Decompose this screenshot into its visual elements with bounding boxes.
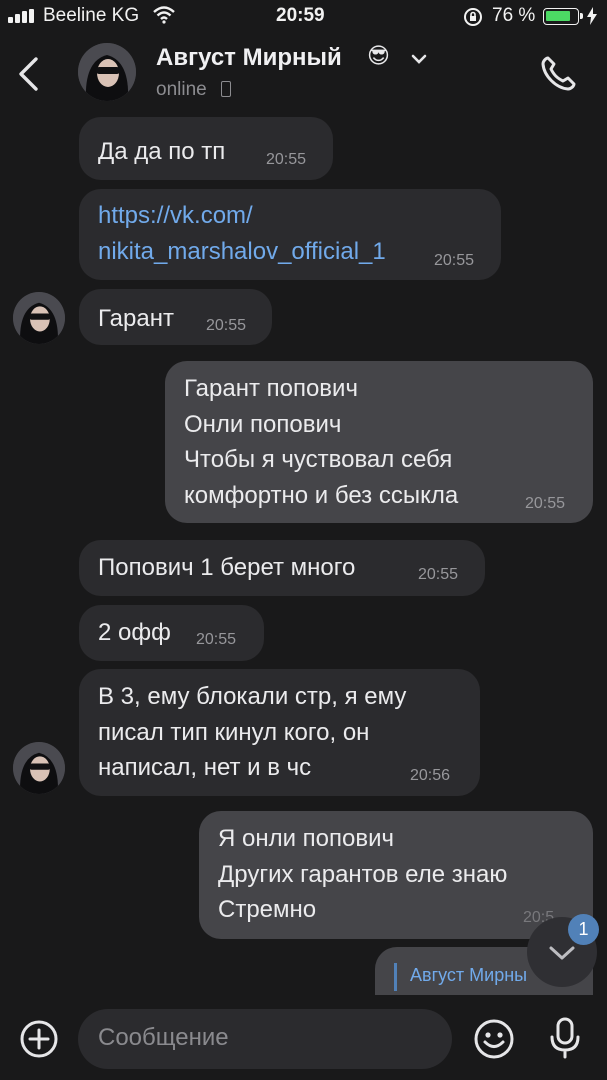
emoji-icon[interactable] — [473, 1018, 515, 1065]
message-time: 20:55 — [266, 151, 307, 168]
sunglasses-emoji: 😎 — [367, 43, 390, 68]
message-link[interactable]: https://vk.com/ nikita_marshalov_officia… — [98, 198, 386, 269]
back-icon[interactable] — [16, 56, 40, 97]
contact-name[interactable]: Август Мирный — [156, 44, 342, 72]
chevron-down-icon[interactable] — [410, 52, 428, 70]
message-text: Гарант попович Онли попович Чтобы я чуст… — [184, 375, 459, 509]
message-time: 20:55 — [418, 566, 459, 583]
message-time: 20:56 — [410, 767, 451, 784]
message-text: В 3, ему блокали стр, я ему писал тип ки… — [98, 683, 407, 781]
signal-icon — [8, 9, 38, 23]
sender-avatar[interactable] — [13, 742, 65, 794]
message-text: 2 офф — [98, 619, 171, 646]
sender-avatar[interactable] — [13, 292, 65, 344]
clock: 20:59 — [276, 5, 325, 26]
presence-status: online — [156, 79, 207, 100]
carrier-label: Beeline KG — [43, 5, 140, 26]
header-avatar[interactable] — [78, 43, 136, 101]
message-time: 20:55 — [206, 317, 247, 334]
charging-icon — [587, 7, 597, 30]
message-placeholder: Сообщение — [98, 1024, 229, 1051]
message-text: Попович 1 берет много — [98, 554, 356, 581]
battery-icon — [543, 8, 583, 25]
message-text: Я онли попович Других гарантов еле знаю … — [218, 825, 508, 923]
unread-badge: 1 — [568, 914, 599, 945]
mobile-icon — [221, 81, 231, 97]
battery-percent: 76 % — [492, 5, 536, 26]
wifi-icon — [153, 6, 175, 29]
message-text: Гарант — [98, 305, 174, 332]
orientation-lock-icon — [463, 7, 483, 32]
status-bar: Beeline KG 20:59 76 % — [0, 0, 607, 34]
reply-bar — [394, 963, 397, 991]
message-time: 20:55 — [434, 252, 475, 269]
phone-icon[interactable] — [538, 54, 578, 99]
microphone-icon[interactable] — [549, 1017, 581, 1064]
message-time: 20:55 — [196, 631, 237, 648]
message-text: Да да по тп — [98, 138, 226, 165]
reply-author[interactable]: Август Мирны — [410, 965, 527, 986]
message-time: 20:55 — [525, 495, 566, 512]
add-attachment-icon[interactable] — [19, 1019, 59, 1064]
